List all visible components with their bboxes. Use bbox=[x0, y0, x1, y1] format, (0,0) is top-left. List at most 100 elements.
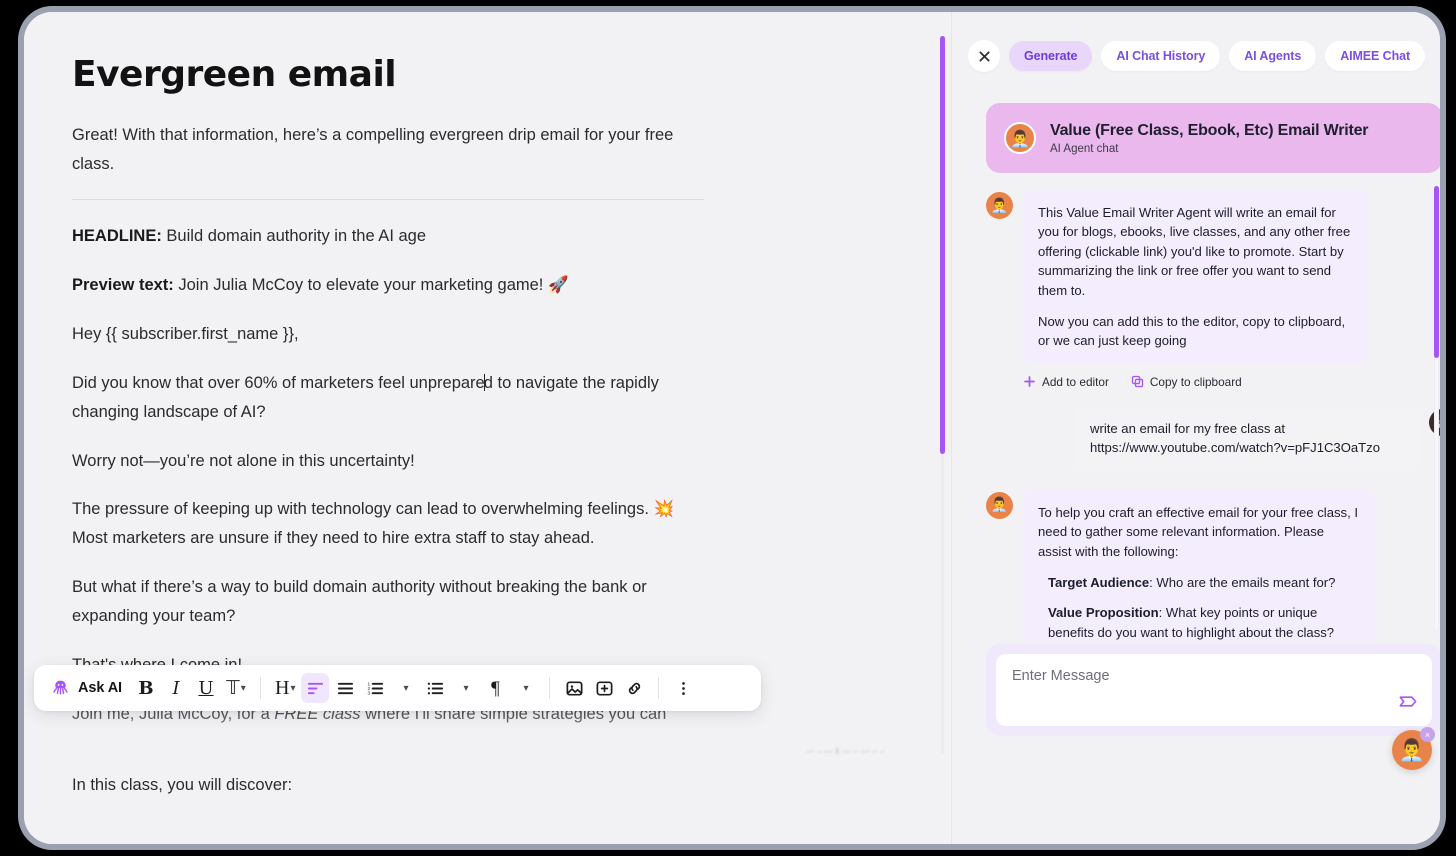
chevron-down-icon: ▾ bbox=[290, 682, 296, 694]
bullet-list-button[interactable] bbox=[421, 673, 449, 703]
heading-icon: H bbox=[275, 677, 290, 699]
svg-text:3: 3 bbox=[367, 690, 370, 696]
chat-message-list[interactable]: 👨‍💼 This Value Email Writer Agent will w… bbox=[986, 190, 1440, 642]
doc-faint-footer-text: — – — ‖ — – –– – – bbox=[806, 747, 885, 756]
tab-ai-agents[interactable]: AI Agents bbox=[1229, 41, 1317, 71]
message-bubble: write an email for my free class at http… bbox=[1075, 406, 1419, 470]
doc-paragraph-stat: Did you know that over 60% of marketers … bbox=[72, 369, 704, 427]
agent-header-card: 👨‍💼 Value (Free Class, Ebook, Etc) Email… bbox=[986, 103, 1440, 173]
doc-paragraph-headline: HEADLINE: Build domain authority in the … bbox=[72, 222, 704, 251]
agent-fab-close-button[interactable]: × bbox=[1420, 727, 1435, 742]
tab-ai-chat-history[interactable]: AI Chat History bbox=[1101, 41, 1221, 71]
chat-scrollbar-thumb[interactable] bbox=[1434, 186, 1439, 358]
message-composer bbox=[986, 644, 1440, 736]
insert-block-button[interactable] bbox=[590, 673, 618, 703]
message-input[interactable] bbox=[1012, 668, 1380, 684]
list-item-text: : Who are the emails meant for? bbox=[1149, 575, 1336, 591]
tab-aimee-chat[interactable]: AIMEE Chat bbox=[1325, 41, 1426, 71]
close-icon: × bbox=[1424, 729, 1431, 740]
message-action-bar: Add to editor Copy to clipboard bbox=[1023, 375, 1440, 389]
avatar: 👨‍💼 bbox=[986, 491, 1013, 519]
editor-scrollbar-track[interactable] bbox=[941, 454, 944, 754]
text-style-icon: 𝕋 bbox=[226, 677, 240, 699]
toolbar-separator-1 bbox=[260, 677, 261, 699]
assistant-avatar-emoji: 👨‍💼 bbox=[990, 497, 1009, 514]
chat-message-assistant-1: 👨‍💼 This Value Email Writer Agent will w… bbox=[986, 190, 1440, 364]
close-panel-button[interactable] bbox=[968, 40, 1000, 72]
toolbar-separator-3 bbox=[658, 677, 660, 699]
ordered-list-button[interactable]: 1 2 3 bbox=[361, 673, 389, 703]
insert-link-button[interactable] bbox=[620, 673, 648, 703]
requirements-list: Target Audience: Who are the emails mean… bbox=[1038, 573, 1360, 642]
chat-message-user-1: write an email for my free class at http… bbox=[986, 406, 1440, 470]
copy-to-clipboard-button[interactable]: Copy to clipboard bbox=[1131, 375, 1242, 389]
doc-paragraph-preview: Preview text: Join Julia McCoy to elevat… bbox=[72, 271, 704, 300]
doc-divider bbox=[72, 199, 704, 201]
pilcrow-icon: ¶ bbox=[491, 677, 500, 699]
align-justify-icon bbox=[337, 680, 354, 697]
chat-message-assistant-2: 👨‍💼 To help you craft an effective email… bbox=[986, 489, 1440, 642]
align-justify-button[interactable] bbox=[331, 673, 359, 703]
text-style-dropdown[interactable]: 𝕋 ▾ bbox=[222, 673, 250, 703]
message-intro: To help you craft an effective email for… bbox=[1038, 504, 1358, 559]
heading-dropdown[interactable]: H ▾ bbox=[271, 673, 299, 703]
bullet-list-dropdown[interactable]: ▾ bbox=[451, 673, 479, 703]
kebab-menu-icon bbox=[675, 680, 692, 697]
chevron-down-icon: ▾ bbox=[463, 682, 469, 694]
editor-scrollbar-thumb[interactable] bbox=[940, 36, 945, 454]
list-item-label: Target Audience bbox=[1048, 575, 1150, 591]
chevron-down-icon: ▾ bbox=[403, 682, 409, 694]
list-item: Target Audience: Who are the emails mean… bbox=[1038, 573, 1360, 592]
chevron-down-icon: ▾ bbox=[523, 682, 529, 694]
bullet-list-icon bbox=[427, 680, 444, 697]
list-item: Value Proposition: What key points or un… bbox=[1038, 603, 1360, 642]
list-item-label: Value Proposition bbox=[1048, 605, 1159, 621]
avatar: 👨‍💼 bbox=[986, 192, 1013, 219]
paragraph-button[interactable]: ¶ bbox=[481, 673, 509, 703]
italic-button[interactable]: I bbox=[162, 673, 190, 703]
device-frame: Evergreen email Great! With that informa… bbox=[18, 6, 1446, 850]
link-icon bbox=[625, 679, 644, 698]
chevron-down-icon: ▾ bbox=[240, 682, 246, 694]
bold-icon: B bbox=[138, 677, 154, 699]
copy-to-clipboard-label: Copy to clipboard bbox=[1149, 374, 1242, 389]
format-toolbar: Ask AI B I U 𝕋 ▾ H ▾ 1 2 3 ▾ ▾ ¶ ▾ bbox=[34, 665, 761, 711]
headline-text: Build domain authority in the AI age bbox=[161, 227, 427, 246]
underline-icon: U bbox=[198, 677, 214, 699]
preview-label: Preview text: bbox=[72, 276, 174, 295]
doc-paragraph-pressure: The pressure of keeping up with technolo… bbox=[72, 500, 675, 548]
send-message-button[interactable] bbox=[1394, 688, 1420, 714]
stat-before-caret: Did you know that over 60% of marketers … bbox=[72, 373, 485, 392]
close-icon bbox=[978, 50, 991, 63]
assistant-avatar-emoji: 👨‍💼 bbox=[990, 197, 1009, 214]
preview-text: Join Julia McCoy to elevate your marketi… bbox=[173, 276, 569, 295]
copy-icon bbox=[1131, 375, 1144, 388]
add-to-editor-label: Add to editor bbox=[1042, 374, 1109, 389]
agent-avatar: 👨‍💼 bbox=[1004, 122, 1036, 154]
agent-header-text: Value (Free Class, Ebook, Etc) Email Wri… bbox=[1050, 121, 1369, 156]
add-to-editor-button[interactable]: Add to editor bbox=[1023, 375, 1109, 389]
doc-paragraph-discover: In this class, you will discover: bbox=[72, 775, 293, 794]
agent-subtitle: AI Agent chat bbox=[1050, 143, 1119, 156]
ordered-list-dropdown[interactable]: ▾ bbox=[391, 673, 419, 703]
message-bubble: This Value Email Writer Agent will write… bbox=[1023, 190, 1367, 364]
bold-button[interactable]: B bbox=[132, 673, 160, 703]
align-left-icon bbox=[307, 680, 324, 697]
insert-image-button[interactable] bbox=[560, 673, 588, 703]
agent-floating-widget: 👨‍💼 × bbox=[1392, 727, 1435, 770]
more-options-button[interactable] bbox=[669, 673, 697, 703]
paragraph-dropdown[interactable]: ▾ bbox=[511, 673, 539, 703]
tab-generate[interactable]: Generate bbox=[1009, 41, 1093, 71]
send-icon bbox=[1397, 691, 1418, 712]
page-title: Evergreen email bbox=[72, 54, 397, 95]
document-editor-pane: Evergreen email Great! With that informa… bbox=[24, 12, 940, 844]
message-composer-box[interactable] bbox=[996, 654, 1432, 726]
doc-paragraph-greeting: Hey {{ subscriber.first_name }}, bbox=[72, 324, 299, 343]
ask-ai-button[interactable]: Ask AI bbox=[46, 673, 130, 703]
app-window: Evergreen email Great! With that informa… bbox=[24, 12, 1440, 844]
underline-button[interactable]: U bbox=[192, 673, 220, 703]
message-paragraph: This Value Email Writer Agent will write… bbox=[1038, 205, 1351, 298]
document-scroll-area[interactable]: Evergreen email Great! With that informa… bbox=[24, 12, 940, 844]
align-left-button[interactable] bbox=[301, 673, 330, 703]
octopus-icon bbox=[50, 678, 71, 699]
